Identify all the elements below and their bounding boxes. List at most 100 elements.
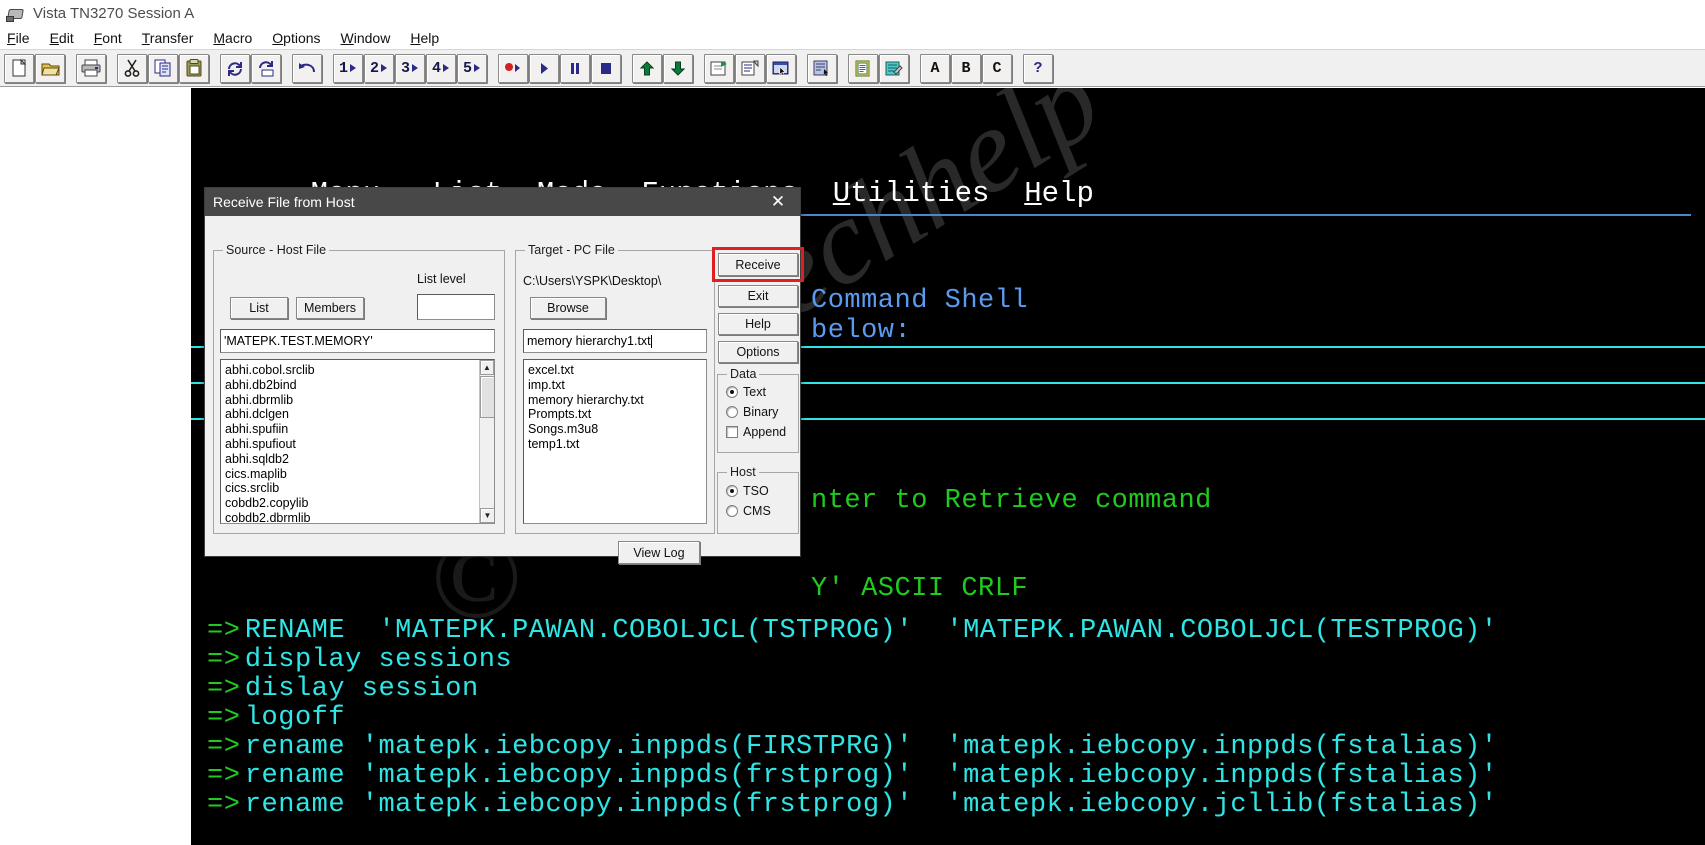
list-item[interactable]: abhi.sqldb2: [221, 452, 479, 467]
terminal-prompt: =>: [207, 790, 241, 820]
target-filename-value: memory hierarchy1.txt: [527, 334, 651, 348]
host-list-scrollbar[interactable]: ▲ ▼: [479, 360, 494, 523]
list-item[interactable]: cics.srclib: [221, 481, 479, 496]
members-button[interactable]: Members: [296, 297, 364, 319]
undo-icon[interactable]: [292, 53, 322, 83]
scroll-down-icon[interactable]: ▼: [480, 508, 494, 523]
font-b-icon[interactable]: B: [951, 53, 981, 83]
toolbar-group-undo: [292, 53, 322, 83]
host-tso-radio[interactable]: TSO: [726, 484, 769, 498]
screen-list-icon[interactable]: [735, 53, 765, 83]
clipboard-icon[interactable]: [848, 53, 878, 83]
list-item[interactable]: cobdb2.dbrmlib: [221, 511, 479, 523]
terminal-command: dislay session: [244, 674, 479, 704]
screen-select-icon[interactable]: [766, 53, 796, 83]
host-file-list[interactable]: abhi.cobol.srclib abhi.db2bind abhi.dbrm…: [220, 359, 495, 524]
stop-icon[interactable]: [591, 53, 621, 83]
terminal-history-row: => display sessions: [207, 645, 1705, 675]
append-label: Append: [743, 425, 787, 439]
font-c-icon[interactable]: C: [982, 53, 1012, 83]
menu-item-options[interactable]: Options: [272, 30, 320, 46]
new-file-icon[interactable]: [4, 53, 34, 83]
session-3-icon[interactable]: 3: [395, 53, 425, 83]
send-up-icon[interactable]: [632, 53, 662, 83]
menu-item-transfer[interactable]: Transfer: [142, 30, 194, 46]
menu-item-font[interactable]: Font: [94, 30, 122, 46]
append-checkbox[interactable]: Append: [726, 425, 786, 439]
print-icon[interactable]: [76, 53, 106, 83]
host-cms-radio[interactable]: CMS: [726, 504, 771, 518]
menu-item-edit[interactable]: Edit: [50, 30, 74, 46]
session-4-icon[interactable]: 4: [426, 53, 456, 83]
terminal-command-history: => RENAME 'MATEPK.PAWAN.COBOLJCL(TSTPROG…: [207, 616, 1705, 820]
list-item[interactable]: cobdb2.copylib: [221, 496, 479, 511]
copy-icon[interactable]: [148, 53, 178, 83]
list-item[interactable]: memory hierarchy.txt: [524, 393, 706, 408]
checkbox-icon: [726, 426, 738, 438]
terminal-command: rename 'matepk.iebcopy.inppds(frstprog)'…: [244, 761, 1498, 791]
list-item[interactable]: excel.txt: [524, 363, 706, 378]
receive-button[interactable]: Receive: [718, 253, 798, 276]
dialog-title-bar: Receive File from Host ✕: [205, 188, 800, 216]
menu-item-file[interactable]: File: [7, 30, 30, 46]
options-button[interactable]: Options: [718, 341, 798, 363]
list-item[interactable]: abhi.dbrmlib: [221, 393, 479, 408]
scroll-up-icon[interactable]: ▲: [480, 360, 494, 375]
record-icon[interactable]: [498, 53, 528, 83]
terminal-menu-help[interactable]: Help: [1024, 177, 1094, 210]
list-item[interactable]: abhi.spufiout: [221, 437, 479, 452]
session-1-icon[interactable]: 1: [333, 53, 363, 83]
data-binary-radio[interactable]: Binary: [726, 405, 778, 419]
list-item[interactable]: Songs.m3u8: [524, 422, 706, 437]
list-item[interactable]: Prompts.txt: [524, 407, 706, 422]
list-item[interactable]: imp.txt: [524, 378, 706, 393]
paste-icon[interactable]: [179, 53, 209, 83]
radio-dot-icon: [726, 505, 738, 517]
target-group-label: Target - PC File: [525, 243, 618, 257]
list-item[interactable]: abhi.cobol.srclib: [221, 363, 479, 378]
font-a-icon[interactable]: A: [920, 53, 950, 83]
data-text-radio[interactable]: Text: [726, 385, 766, 399]
refresh-save-icon[interactable]: [251, 53, 281, 83]
open-folder-icon[interactable]: [35, 53, 65, 83]
exit-button[interactable]: Exit: [718, 285, 798, 307]
list-item[interactable]: abhi.db2bind: [221, 378, 479, 393]
session-5-icon[interactable]: 5: [457, 53, 487, 83]
pc-file-list[interactable]: excel.txt imp.txt memory hierarchy.txt P…: [523, 359, 707, 524]
menu-item-window[interactable]: Window: [341, 30, 391, 46]
cut-icon[interactable]: [117, 53, 147, 83]
play-icon[interactable]: [529, 53, 559, 83]
view-log-button[interactable]: View Log: [618, 541, 700, 564]
list-button[interactable]: List: [230, 297, 288, 319]
toolbar-group-notes: [848, 53, 909, 83]
list-item[interactable]: abhi.spufiin: [221, 422, 479, 437]
keypad-icon[interactable]: [807, 53, 837, 83]
menu-item-help[interactable]: Help: [410, 30, 439, 46]
receive-file-dialog: Receive File from Host ✕ Source - Host F…: [204, 187, 804, 564]
app-icon: [6, 5, 26, 23]
list-level-input[interactable]: [417, 294, 495, 320]
pause-icon[interactable]: [560, 53, 590, 83]
screen-capture-icon[interactable]: [704, 53, 734, 83]
close-icon[interactable]: ✕: [756, 188, 800, 216]
host-dataset-input[interactable]: 'MATEPK.TEST.MEMORY': [220, 329, 495, 353]
toolbar-group-refresh: [220, 53, 281, 83]
scrollbar-thumb[interactable]: [480, 376, 494, 418]
list-item[interactable]: temp1.txt: [524, 437, 706, 452]
help-button[interactable]: Help: [718, 313, 798, 335]
help-icon[interactable]: ?: [1023, 53, 1053, 83]
menu-item-macro[interactable]: Macro: [213, 30, 252, 46]
list-item[interactable]: abhi.dclgen: [221, 407, 479, 422]
terminal-history-row: => rename 'matepk.iebcopy.inppds(frstpro…: [207, 761, 1705, 791]
data-group-label: Data: [727, 367, 760, 381]
terminal-line-retrieve: nter to Retrieve command: [811, 486, 1212, 516]
refresh-icon[interactable]: [220, 53, 250, 83]
browse-button[interactable]: Browse: [530, 297, 606, 319]
terminal-menu-utilities[interactable]: Utilities: [833, 177, 990, 210]
session-2-icon[interactable]: 2: [364, 53, 394, 83]
target-filename-input[interactable]: memory hierarchy1.txt: [523, 329, 707, 353]
toolbar-group-clipboard: [117, 53, 209, 83]
list-item[interactable]: cics.maplib: [221, 467, 479, 482]
receive-down-icon[interactable]: [663, 53, 693, 83]
notepad-icon[interactable]: [879, 53, 909, 83]
